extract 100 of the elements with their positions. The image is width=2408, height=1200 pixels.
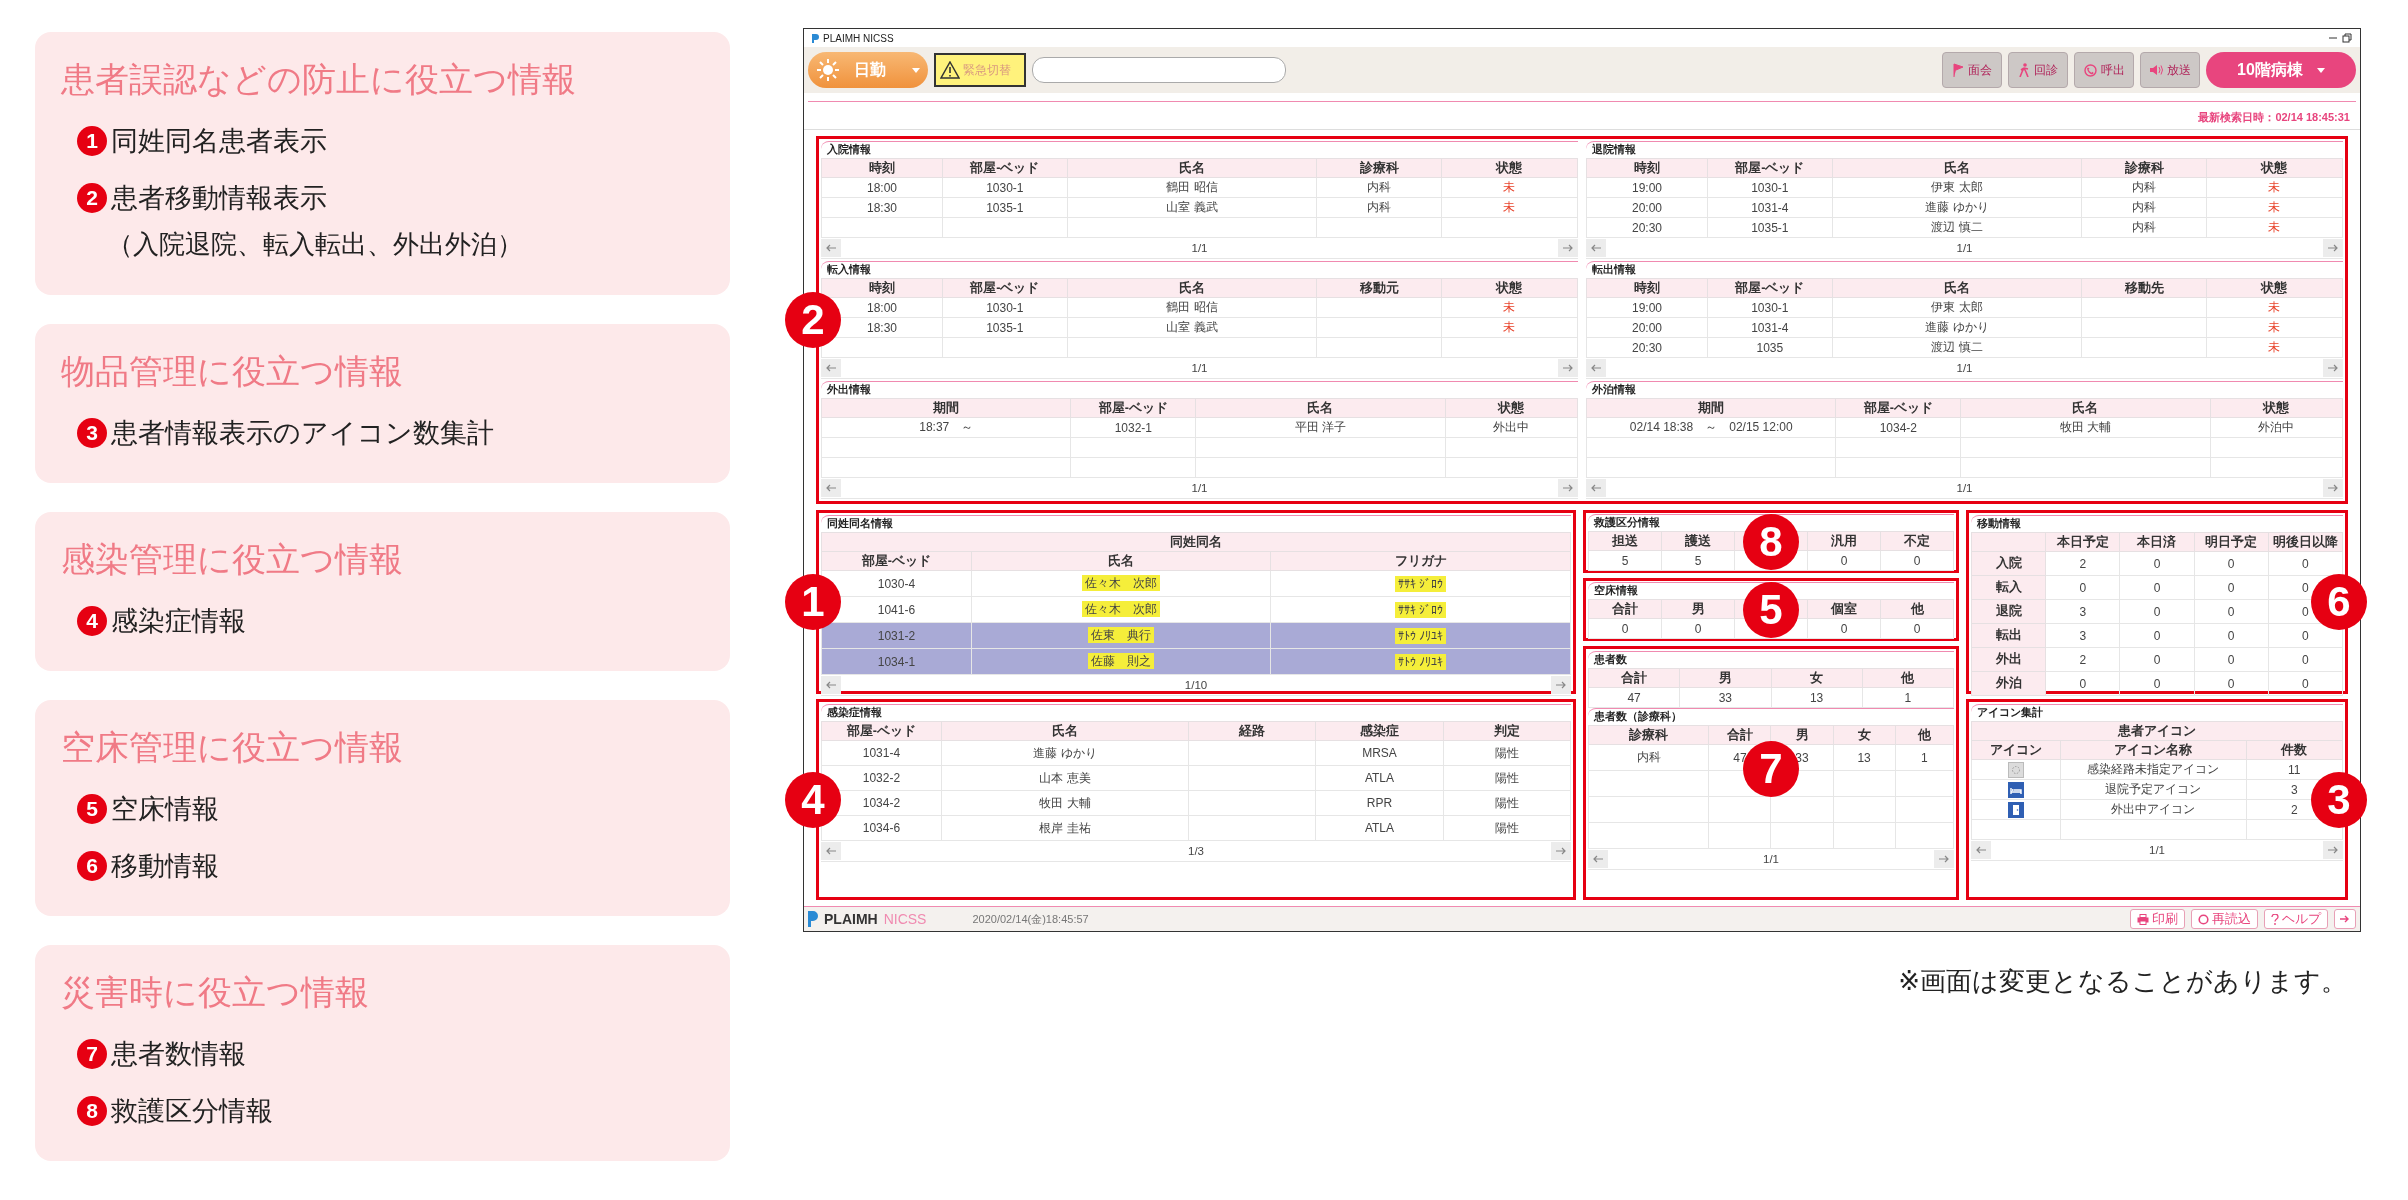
table-cell: 陽性 — [1443, 790, 1571, 816]
next-page-button[interactable] — [2323, 239, 2343, 257]
restore-icon[interactable] — [2342, 33, 2352, 43]
next-page-button[interactable] — [1558, 239, 1578, 257]
table-cell: 1034-2 — [1835, 417, 1961, 438]
bed-icon — [2008, 781, 2024, 798]
walking-person-icon — [2018, 63, 2030, 77]
table-cell: 02/14 18:38 ～ 02/15 12:00 — [1586, 417, 1836, 438]
footer-button[interactable]: 印刷 — [2130, 909, 2185, 929]
column-header: 判定 — [1443, 721, 1571, 741]
number-badge: 8 — [77, 1095, 107, 1126]
emergency-button[interactable]: 緊急切替 — [934, 53, 1026, 87]
panel-title: 空床情報 — [1594, 584, 1638, 598]
previous-page-button[interactable] — [1971, 841, 1991, 859]
column-header: 個室 — [1807, 599, 1881, 619]
next-page-button[interactable] — [1558, 479, 1578, 497]
column-header: 期間 — [821, 398, 1071, 418]
table-cell: 1032-1 — [1070, 417, 1196, 438]
table-cell: 1030-1 — [942, 177, 1068, 198]
table-cell: 内科 — [1588, 744, 1709, 771]
table-cell: 47 — [1588, 687, 1680, 708]
next-page-button[interactable] — [1558, 359, 1578, 377]
action-button[interactable]: 回診 — [2008, 52, 2068, 88]
previous-page-button[interactable] — [1588, 850, 1608, 868]
column-header: 他 — [1895, 725, 1954, 745]
status-cell: 未 — [2206, 217, 2343, 238]
table-cell: 1031-4 — [1707, 317, 1833, 338]
table-cell: ATLA — [1315, 815, 1444, 841]
action-button[interactable]: 呼出 — [2074, 52, 2134, 88]
table-row[interactable]: 1031-2 佐東 典行 ｻﾄｳ ﾉﾘﾕｷ — [821, 622, 1571, 649]
next-page-button[interactable] — [2323, 479, 2343, 497]
column-header: 状態 — [1441, 158, 1578, 178]
table-cell: 進藤 ゆかり — [1832, 317, 2082, 338]
arrow-right-icon — [1562, 244, 1574, 252]
next-page-button[interactable] — [2323, 841, 2343, 859]
page-indicator: 1/1 — [1190, 242, 1209, 254]
next-page-button[interactable] — [1551, 842, 1571, 860]
arrow-left-icon — [1592, 855, 1604, 863]
next-page-button[interactable] — [2323, 359, 2343, 377]
phone-icon — [2083, 63, 2097, 77]
feature-title: 感染管理に役立つ情報 — [61, 539, 404, 580]
footer-button[interactable]: ヘルプ — [2264, 909, 2328, 929]
callout-number: 6 — [2311, 574, 2367, 630]
arrow-right-icon — [2327, 364, 2339, 372]
page-indicator: 1/3 — [1187, 845, 1205, 857]
arrow-left-icon — [1975, 846, 1987, 854]
ward-dropdown[interactable]: 10階病棟 — [2206, 52, 2356, 88]
column-header: 感染症 — [1315, 721, 1444, 741]
column-header: 状態 — [2210, 398, 2343, 418]
next-page-button[interactable] — [1934, 850, 1954, 868]
action-button[interactable]: 放送 — [2140, 52, 2200, 88]
feature-title: 物品管理に役立つ情報 — [61, 351, 404, 392]
product-name: NICSS — [883, 911, 927, 927]
table-cell: 内科 — [1316, 197, 1442, 218]
column-header: 移動先 — [2081, 278, 2207, 298]
next-page-button[interactable] — [1551, 676, 1571, 694]
column-header: 明日予定 — [2194, 532, 2269, 552]
app-icon — [812, 33, 819, 43]
printer-icon — [2137, 913, 2149, 925]
row-header: 退院 — [1971, 599, 2046, 624]
table-cell: 1041-6 — [877, 602, 916, 617]
previous-page-button[interactable] — [821, 842, 841, 860]
search-field[interactable] — [1032, 57, 1286, 83]
panel-title: 入院情報 — [827, 143, 871, 157]
arrow-left-icon — [825, 244, 837, 252]
number-badge: 1 — [77, 125, 107, 156]
previous-page-button[interactable] — [821, 239, 841, 257]
logout-icon — [2339, 914, 2351, 924]
arrow-left-icon — [825, 484, 837, 492]
table-cell: 0 — [1661, 618, 1735, 639]
table-cell: 0 — [2194, 647, 2269, 672]
arrow-left-icon — [825, 681, 837, 689]
speaker-icon — [2149, 64, 2163, 76]
page-indicator: 1/1 — [2148, 844, 2166, 856]
previous-page-button[interactable] — [821, 359, 841, 377]
previous-page-button[interactable] — [1586, 239, 1606, 257]
table-row[interactable]: 1034-1 佐藤 則之 ｻﾄｳ ﾉﾘﾕｷ — [821, 648, 1571, 675]
column-header: 合計 — [1708, 725, 1771, 745]
previous-page-button[interactable] — [821, 479, 841, 497]
column-header: 診療科 — [1316, 158, 1442, 178]
table-cell: 1 — [1895, 744, 1954, 771]
panel-title: 患者数（診療科） — [1594, 710, 1682, 724]
previous-page-button[interactable] — [821, 676, 841, 694]
column-header: 時刻 — [821, 278, 943, 298]
feature-label: 空床情報 — [111, 792, 219, 826]
page-indicator: 1/1 — [1955, 362, 1974, 374]
action-button[interactable]: 面会 — [1942, 52, 2002, 88]
previous-page-button[interactable] — [1586, 479, 1606, 497]
table-cell: 1034-1 — [877, 654, 916, 669]
feature-label: 救護区分情報 — [111, 1094, 273, 1128]
footer-button[interactable]: 再読込 — [2191, 909, 2258, 929]
table-cell: 5 — [1661, 550, 1735, 571]
table-cell: 山室 義武 — [1067, 317, 1317, 338]
column-header: 部屋-ベッド — [1070, 398, 1196, 418]
callout-number: 8 — [1743, 513, 1799, 570]
column-header: 移動元 — [1316, 278, 1442, 298]
table-cell: 内科 — [2081, 217, 2207, 238]
logout-button[interactable] — [2334, 909, 2356, 929]
table-cell: 0 — [2045, 671, 2120, 696]
previous-page-button[interactable] — [1586, 359, 1606, 377]
